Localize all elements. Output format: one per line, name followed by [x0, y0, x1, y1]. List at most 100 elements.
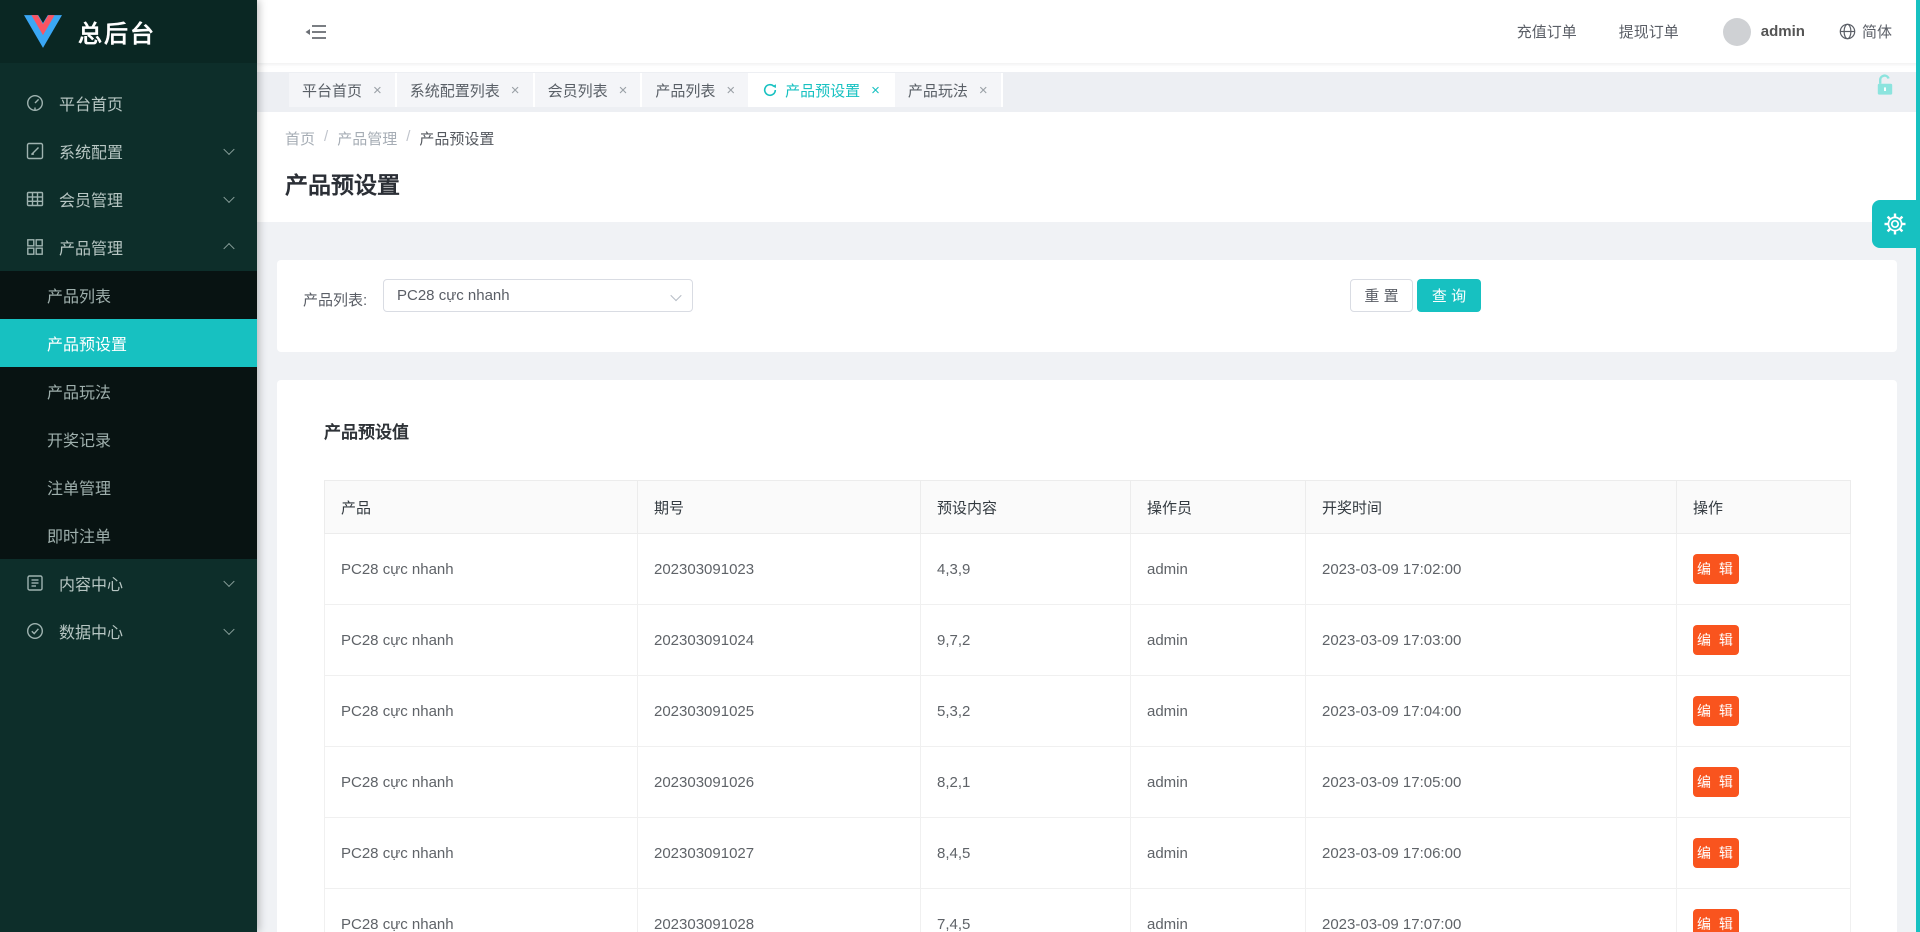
close-icon[interactable]: ×	[979, 83, 988, 98]
cell-period: 202303091028	[638, 889, 921, 932]
main-area: 充值订单 提现订单 admin 简体 平台首页×系统配置列表×会员列表×产品列表…	[257, 0, 1920, 932]
product-list-label: 产品列表:	[303, 289, 367, 310]
submenu-item[interactable]: 产品列表	[0, 271, 257, 319]
submenu-item[interactable]: 即时注单	[0, 511, 257, 559]
reset-button[interactable]: 重 置	[1350, 279, 1413, 312]
tab-1[interactable]: 系统配置列表×	[397, 73, 535, 107]
cell-draw_time: 2023-03-09 17:02:00	[1306, 534, 1677, 605]
table-card-title: 产品预设值	[324, 418, 1850, 443]
cell-operator: admin	[1131, 889, 1306, 932]
globe-icon	[1839, 23, 1856, 40]
chevron-up-icon	[223, 243, 234, 254]
breadcrumb-item-1[interactable]: 产品管理	[337, 128, 397, 149]
sidebar-item-2[interactable]: 会员管理	[0, 175, 257, 223]
close-icon[interactable]: ×	[871, 83, 880, 98]
cell-product: PC28 cực nhanh	[325, 889, 638, 932]
product-select-value: PC28 cực nhanh	[397, 287, 510, 304]
submenu-3: 产品列表产品预设置产品玩法开奖记录注单管理即时注单	[0, 271, 257, 559]
dashboard-icon	[26, 94, 44, 112]
column-header: 操作员	[1131, 481, 1306, 534]
table-header-row: 产品期号预设内容操作员开奖时间操作	[325, 481, 1851, 534]
username[interactable]: admin	[1761, 23, 1805, 40]
cell-preset: 5,3,2	[921, 676, 1131, 747]
menu-fold-icon[interactable]	[305, 22, 327, 42]
column-header: 产品	[325, 481, 638, 534]
page-head: 首页/产品管理/产品预设置 产品预设置	[257, 112, 1920, 222]
close-icon[interactable]: ×	[511, 83, 520, 98]
submenu-item[interactable]: 开奖记录	[0, 415, 257, 463]
tab-5[interactable]: 产品玩法 ×	[895, 73, 1003, 107]
breadcrumb: 首页/产品管理/产品预设置	[285, 128, 1920, 149]
page-title: 产品预设置	[285, 166, 1920, 200]
close-icon[interactable]: ×	[619, 83, 628, 98]
chevron-down-icon	[223, 144, 234, 155]
column-header: 预设内容	[921, 481, 1131, 534]
submenu-item[interactable]: 产品玩法	[0, 367, 257, 415]
chevron-down-icon	[223, 624, 234, 635]
avatar[interactable]	[1723, 18, 1751, 46]
tab-label: 产品列表	[655, 80, 715, 101]
topbar-right: 充值订单 提现订单 admin 简体	[1475, 18, 1920, 46]
tab-label: 平台首页	[302, 80, 362, 101]
cell-operator: admin	[1131, 818, 1306, 889]
sidebar-item-label: 平台首页	[59, 91, 123, 115]
table-head: 产品期号预设内容操作员开奖时间操作	[325, 481, 1851, 534]
recharge-orders-link[interactable]: 充值订单	[1517, 21, 1577, 42]
cell-period: 202303091026	[638, 747, 921, 818]
table-row: PC28 cực nhanh2023030910278,4,5admin2023…	[325, 818, 1851, 889]
edit-button[interactable]: 编 辑	[1693, 696, 1739, 726]
logo-area: 总后台	[0, 0, 257, 63]
check-circle-icon	[26, 622, 44, 640]
table-row: PC28 cực nhanh2023030910268,2,1admin2023…	[325, 747, 1851, 818]
cell-actions: 编 辑	[1677, 889, 1851, 932]
unlock-icon[interactable]	[1874, 73, 1896, 101]
product-select[interactable]: PC28 cực nhanh	[383, 279, 693, 312]
tabstrip-wrap: 平台首页×系统配置列表×会员列表×产品列表×产品预设置×产品玩法×	[257, 63, 1920, 112]
cell-product: PC28 cực nhanh	[325, 534, 638, 605]
sidebar-item-5[interactable]: 数据中心	[0, 607, 257, 655]
sidebar-item-3[interactable]: 产品管理	[0, 223, 257, 271]
chevron-down-icon	[223, 192, 234, 203]
cell-preset: 8,2,1	[921, 747, 1131, 818]
withdraw-orders-link[interactable]: 提现订单	[1619, 21, 1679, 42]
preset-table: 产品期号预设内容操作员开奖时间操作 PC28 cực nhanh20230309…	[324, 480, 1851, 932]
cell-draw_time: 2023-03-09 17:06:00	[1306, 818, 1677, 889]
app-title: 总后台	[78, 14, 156, 49]
tab-0[interactable]: 平台首页 ×	[289, 73, 397, 107]
sidebar-item-label: 内容中心	[59, 571, 123, 595]
submenu-item[interactable]: 产品预设置	[0, 319, 257, 367]
tab-4[interactable]: 产品预设置×	[750, 73, 895, 107]
tab-label: 会员列表	[548, 80, 608, 101]
edit-button[interactable]: 编 辑	[1693, 554, 1739, 584]
cell-operator: admin	[1131, 747, 1306, 818]
cell-actions: 编 辑	[1677, 747, 1851, 818]
cell-preset: 8,4,5	[921, 818, 1131, 889]
cell-actions: 编 辑	[1677, 605, 1851, 676]
tab-bar: 平台首页×系统配置列表×会员列表×产品列表×产品预设置×产品玩法×	[257, 72, 1920, 112]
submenu-item[interactable]: 注单管理	[0, 463, 257, 511]
edit-button[interactable]: 编 辑	[1693, 767, 1739, 797]
sidebar-item-1[interactable]: 系统配置	[0, 127, 257, 175]
settings-gear-button[interactable]	[1872, 200, 1917, 248]
close-icon[interactable]: ×	[726, 83, 735, 98]
gear-icon	[1883, 212, 1907, 236]
cell-period: 202303091024	[638, 605, 921, 676]
query-button[interactable]: 查 询	[1417, 279, 1481, 312]
cell-period: 202303091027	[638, 818, 921, 889]
sidebar-item-4[interactable]: 内容中心	[0, 559, 257, 607]
breadcrumb-item-0[interactable]: 首页	[285, 128, 315, 149]
edit-button[interactable]: 编 辑	[1693, 838, 1739, 868]
table-card: 产品预设值 产品期号预设内容操作员开奖时间操作 PC28 cực nhanh20…	[277, 380, 1897, 932]
content-icon	[26, 574, 44, 592]
language-switch[interactable]: 简体	[1839, 21, 1892, 42]
edit-button[interactable]: 编 辑	[1693, 625, 1739, 655]
close-icon[interactable]: ×	[373, 83, 382, 98]
column-header: 期号	[638, 481, 921, 534]
edit-button[interactable]: 编 辑	[1693, 909, 1739, 932]
sidebar-item-0[interactable]: 平台首页	[0, 79, 257, 127]
tab-2[interactable]: 会员列表 ×	[535, 73, 643, 107]
cell-product: PC28 cực nhanh	[325, 605, 638, 676]
tab-label: 产品玩法	[908, 80, 968, 101]
tab-3[interactable]: 产品列表 ×	[642, 73, 750, 107]
refresh-icon[interactable]	[763, 83, 777, 97]
